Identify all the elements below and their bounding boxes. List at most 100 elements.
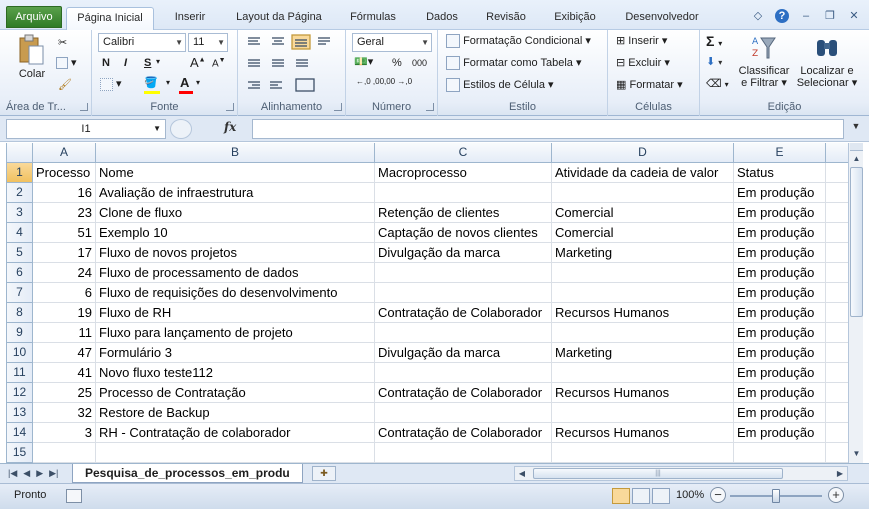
copy-icon[interactable]: ▾ [56, 56, 77, 70]
cell-c9[interactable] [375, 323, 552, 343]
zoom-in-icon[interactable]: + [828, 487, 844, 503]
thousands-button[interactable]: 000 [412, 58, 427, 68]
scroll-left-icon[interactable]: ◀ [515, 467, 529, 480]
cell-blank[interactable] [826, 283, 848, 303]
cell-d14[interactable]: Recursos Humanos [552, 423, 734, 443]
cell-blank[interactable] [826, 403, 848, 423]
cell-a4[interactable]: 51 [33, 223, 96, 243]
cell-b12[interactable]: Processo de Contratação [96, 383, 375, 403]
cell-c8[interactable]: Contratação de Colaborador [375, 303, 552, 323]
underline-dropdown[interactable]: ▾ [156, 57, 160, 66]
vertical-scroll-thumb[interactable] [850, 167, 863, 317]
cell-b1[interactable]: Nome [96, 163, 375, 183]
cell-e3[interactable]: Em produção [734, 203, 826, 223]
cell-a10[interactable]: 47 [33, 343, 96, 363]
cell-e4[interactable]: Em produção [734, 223, 826, 243]
column-header-b[interactable]: B [96, 143, 375, 163]
row-header[interactable]: 9 [7, 323, 33, 343]
find-select-button[interactable]: Localizar e Selecionar ▾ [794, 34, 860, 89]
cell-e11[interactable]: Em produção [734, 363, 826, 383]
minimize-window-icon[interactable]: – [799, 9, 813, 23]
fill-color-button[interactable]: 🪣 [144, 76, 160, 94]
cell-blank[interactable] [826, 343, 848, 363]
cell-e12[interactable]: Em produção [734, 383, 826, 403]
format-cells-button[interactable]: ▦ Formatar ▾ [616, 78, 683, 91]
cell-b3[interactable]: Clone de fluxo [96, 203, 375, 223]
cell-d8[interactable]: Recursos Humanos [552, 303, 734, 323]
select-all-corner[interactable] [7, 143, 33, 163]
scroll-right-icon[interactable]: ▶ [833, 467, 847, 480]
cell-d4[interactable]: Comercial [552, 223, 734, 243]
tab-formulas[interactable]: Fórmulas [340, 7, 406, 30]
increase-decimal-button[interactable]: ←,0 ,00 [356, 78, 384, 86]
name-box-splitter[interactable] [170, 119, 192, 139]
cell-b5[interactable]: Fluxo de novos projetos [96, 243, 375, 263]
cell-a9[interactable]: 11 [33, 323, 96, 343]
cell-b15[interactable] [96, 443, 375, 463]
cell-c10[interactable]: Divulgação da marca [375, 343, 552, 363]
cell-c5[interactable]: Divulgação da marca [375, 243, 552, 263]
tab-view[interactable]: Exibição [544, 7, 606, 30]
cell-a13[interactable]: 32 [33, 403, 96, 423]
normal-view-icon[interactable] [612, 488, 630, 504]
tab-data[interactable]: Dados [414, 7, 470, 30]
font-launcher[interactable] [226, 103, 234, 111]
cell-blank[interactable] [826, 263, 848, 283]
cell-e1[interactable]: Status [734, 163, 826, 183]
insert-sheet-icon[interactable]: ✚ [312, 466, 336, 481]
cell-a3[interactable]: 23 [33, 203, 96, 223]
row-header[interactable]: 7 [7, 283, 33, 303]
cell-e8[interactable]: Em produção [734, 303, 826, 323]
cell-b8[interactable]: Fluxo de RH [96, 303, 375, 323]
zoom-level[interactable]: 100% [676, 489, 704, 501]
cell-blank[interactable] [826, 383, 848, 403]
zoom-out-icon[interactable]: − [710, 487, 726, 503]
insert-function-icon[interactable]: fx [224, 120, 236, 134]
row-header[interactable]: 5 [7, 243, 33, 263]
cell-a15[interactable] [33, 443, 96, 463]
last-sheet-icon[interactable]: ▶| [49, 466, 58, 480]
row-header[interactable]: 12 [7, 383, 33, 403]
font-name-select[interactable]: Calibri ▼ [98, 33, 186, 52]
cell-c12[interactable]: Contratação de Colaborador [375, 383, 552, 403]
scroll-up-icon[interactable]: ▲ [850, 152, 863, 166]
cell-d11[interactable] [552, 363, 734, 383]
cell-blank[interactable] [826, 223, 848, 243]
row-header[interactable]: 3 [7, 203, 33, 223]
cell-c11[interactable] [375, 363, 552, 383]
cell-d3[interactable]: Comercial [552, 203, 734, 223]
percent-button[interactable]: % [392, 57, 402, 69]
cell-a5[interactable]: 17 [33, 243, 96, 263]
tab-developer[interactable]: Desenvolvedor [614, 7, 710, 30]
cell-b9[interactable]: Fluxo para lançamento de projeto [96, 323, 375, 343]
cell-a2[interactable]: 16 [33, 183, 96, 203]
cell-e2[interactable]: Em produção [734, 183, 826, 203]
cell-e9[interactable]: Em produção [734, 323, 826, 343]
cell-e5[interactable]: Em produção [734, 243, 826, 263]
borders-button[interactable]: ▾ [100, 77, 122, 91]
cell-c2[interactable] [375, 183, 552, 203]
next-sheet-icon[interactable]: ▶ [36, 466, 43, 480]
cell-styles-button[interactable]: Estilos de Célula ▾ [446, 78, 554, 93]
currency-button[interactable]: 💵▾ [354, 55, 373, 68]
worksheet-grid[interactable]: A B C D E 1 Processo Nome Macroprocesso Atividade… [6, 143, 848, 463]
close-window-icon[interactable]: ✕ [847, 9, 861, 23]
cell-blank[interactable] [826, 423, 848, 443]
row-header[interactable]: 15 [7, 443, 33, 463]
cell-a7[interactable]: 6 [33, 283, 96, 303]
number-launcher[interactable] [426, 103, 434, 111]
first-sheet-icon[interactable]: |◀ [8, 466, 17, 480]
cell-c1[interactable]: Macroprocesso [375, 163, 552, 183]
cell-c3[interactable]: Retenção de clientes [375, 203, 552, 223]
cell-blank[interactable] [826, 363, 848, 383]
tab-review[interactable]: Revisão [476, 7, 536, 30]
alignment-launcher[interactable] [334, 103, 342, 111]
tab-home[interactable]: Página Inicial [66, 7, 154, 30]
zoom-slider-thumb[interactable] [772, 489, 780, 503]
prev-sheet-icon[interactable]: ◀ [23, 466, 30, 480]
number-format-select[interactable]: Geral ▼ [352, 33, 432, 52]
font-size-select[interactable]: 11 ▼ [188, 33, 228, 52]
row-header[interactable]: 10 [7, 343, 33, 363]
name-box[interactable]: I1 ▼ [6, 119, 166, 139]
cell-c13[interactable] [375, 403, 552, 423]
